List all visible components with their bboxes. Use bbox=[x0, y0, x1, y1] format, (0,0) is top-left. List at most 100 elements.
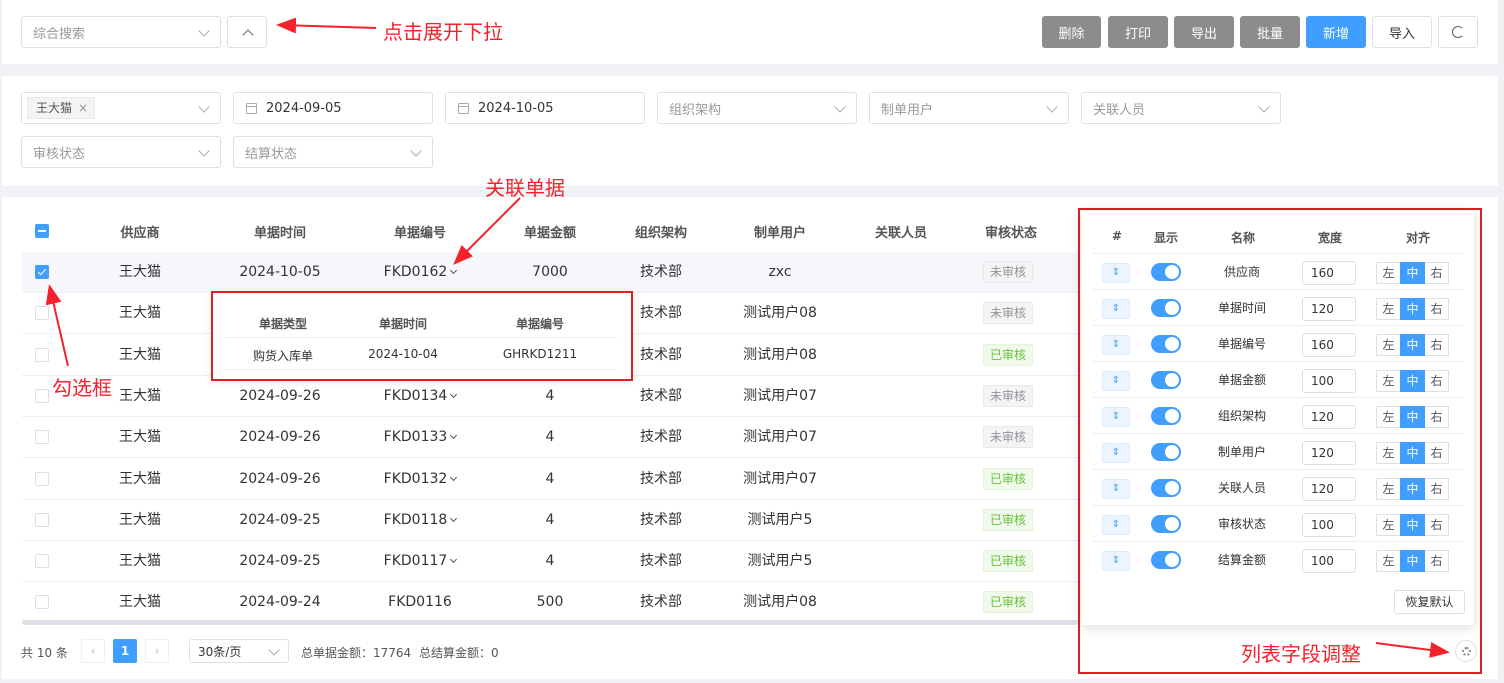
refresh-button[interactable] bbox=[1438, 16, 1478, 48]
header-related[interactable]: 关联人员 bbox=[851, 222, 951, 241]
width-input[interactable]: 160 bbox=[1302, 333, 1356, 357]
row-checkbox[interactable] bbox=[35, 430, 49, 445]
cell-no[interactable]: FKD0116 bbox=[370, 582, 470, 623]
chevron-down-icon[interactable] bbox=[450, 390, 458, 398]
reset-default-button[interactable]: 恢复默认 bbox=[1394, 590, 1465, 614]
drag-handle-icon[interactable]: ⇕ bbox=[1102, 299, 1130, 319]
table-row[interactable]: 王大猫 2024-09-26 FKD0133 4 技术部 测试用户07 未审核 bbox=[22, 417, 1080, 459]
prev-page-button[interactable]: ‹ bbox=[81, 639, 105, 663]
drag-handle-icon[interactable]: ⇕ bbox=[1102, 407, 1130, 427]
align-right-button[interactable]: 右 bbox=[1424, 550, 1449, 572]
close-icon[interactable]: × bbox=[78, 98, 88, 118]
table-row[interactable]: 王大猫 2024-09-25 FKD0118 4 技术部 测试用户5 已审核 bbox=[22, 500, 1080, 541]
align-center-button[interactable]: 中 bbox=[1400, 550, 1425, 572]
header-creator[interactable]: 制单用户 bbox=[730, 222, 830, 241]
show-toggle[interactable] bbox=[1151, 551, 1181, 569]
width-input[interactable]: 100 bbox=[1302, 513, 1356, 537]
row-checkbox[interactable] bbox=[35, 265, 49, 279]
drag-handle-icon[interactable]: ⇕ bbox=[1102, 551, 1130, 571]
align-center-button[interactable]: 中 bbox=[1400, 514, 1425, 536]
row-checkbox[interactable] bbox=[35, 595, 49, 610]
drag-handle-icon[interactable]: ⇕ bbox=[1102, 443, 1130, 463]
align-right-button[interactable]: 右 bbox=[1424, 262, 1449, 284]
show-toggle[interactable] bbox=[1151, 407, 1181, 425]
related-select[interactable]: 关联人员 bbox=[1081, 92, 1281, 124]
table-row[interactable]: 王大猫 2024-09-26 FKD0134 4 技术部 测试用户07 未审核 bbox=[22, 376, 1080, 417]
show-toggle[interactable] bbox=[1151, 263, 1181, 281]
audit-select[interactable]: 审核状态 bbox=[21, 136, 221, 168]
width-input[interactable]: 120 bbox=[1302, 405, 1356, 429]
align-right-button[interactable]: 右 bbox=[1424, 406, 1449, 428]
cell-no[interactable]: FKD0117 bbox=[370, 541, 470, 582]
align-left-button[interactable]: 左 bbox=[1376, 262, 1401, 284]
align-left-button[interactable]: 左 bbox=[1376, 334, 1401, 356]
delete-button[interactable]: 删除 bbox=[1042, 16, 1101, 48]
align-center-button[interactable]: 中 bbox=[1400, 478, 1425, 500]
next-page-button[interactable]: › bbox=[145, 639, 169, 663]
width-input[interactable]: 120 bbox=[1302, 297, 1356, 321]
cell-no[interactable]: FKD0134 bbox=[370, 376, 470, 417]
row-checkbox[interactable] bbox=[35, 388, 49, 403]
row-checkbox[interactable] bbox=[35, 347, 49, 362]
align-right-button[interactable]: 右 bbox=[1424, 298, 1449, 320]
expand-toggle-button[interactable] bbox=[227, 16, 267, 48]
chevron-down-icon[interactable] bbox=[450, 514, 458, 522]
align-center-button[interactable]: 中 bbox=[1400, 406, 1425, 428]
select-all-checkbox[interactable] bbox=[35, 224, 49, 238]
header-date[interactable]: 单据时间 bbox=[230, 222, 330, 241]
table-row[interactable]: 王大猫 2024-09-25 FKD0117 4 技术部 测试用户5 已审核 bbox=[22, 541, 1080, 583]
align-center-button[interactable]: 中 bbox=[1400, 370, 1425, 392]
row-checkbox[interactable] bbox=[35, 471, 49, 486]
horizontal-scrollbar[interactable] bbox=[22, 620, 1078, 625]
drag-handle-icon[interactable]: ⇕ bbox=[1102, 479, 1130, 499]
show-toggle[interactable] bbox=[1151, 335, 1181, 353]
show-toggle[interactable] bbox=[1151, 299, 1181, 317]
row-checkbox[interactable] bbox=[35, 512, 49, 527]
supplier-tag[interactable]: 王大猫 × bbox=[27, 97, 96, 119]
align-right-button[interactable]: 右 bbox=[1424, 514, 1449, 536]
align-left-button[interactable]: 左 bbox=[1376, 478, 1401, 500]
header-amount[interactable]: 单据金额 bbox=[500, 222, 600, 241]
cell-no[interactable]: FKD0162 bbox=[370, 252, 470, 293]
width-input[interactable]: 100 bbox=[1302, 549, 1356, 573]
import-button[interactable]: 导入 bbox=[1372, 16, 1432, 48]
table-row[interactable]: 王大猫 2024-09-26 FKD0132 4 技术部 测试用户07 已审核 bbox=[22, 459, 1080, 500]
supplier-select[interactable]: 王大猫 × bbox=[21, 92, 221, 124]
popover-no[interactable]: GHRKD1211 bbox=[480, 347, 600, 361]
page-size-select[interactable]: 30条/页 bbox=[189, 639, 289, 663]
chevron-down-icon[interactable] bbox=[450, 556, 458, 564]
show-toggle[interactable] bbox=[1151, 515, 1181, 533]
org-select[interactable]: 组织架构 bbox=[657, 92, 857, 124]
column-settings-button[interactable] bbox=[1455, 640, 1477, 662]
align-right-button[interactable]: 右 bbox=[1424, 370, 1449, 392]
align-center-button[interactable]: 中 bbox=[1400, 442, 1425, 464]
drag-handle-icon[interactable]: ⇕ bbox=[1102, 335, 1130, 355]
export-button[interactable]: 导出 bbox=[1174, 16, 1234, 48]
search-select[interactable]: 综合搜索 bbox=[21, 16, 221, 48]
chevron-down-icon[interactable] bbox=[450, 266, 458, 275]
start-date-input[interactable]: 2024-09-05 bbox=[233, 92, 433, 124]
show-toggle[interactable] bbox=[1151, 371, 1181, 389]
align-right-button[interactable]: 右 bbox=[1424, 478, 1449, 500]
add-button[interactable]: 新增 bbox=[1306, 16, 1366, 48]
drag-handle-icon[interactable]: ⇕ bbox=[1102, 515, 1130, 535]
header-no[interactable]: 单据编号 bbox=[370, 222, 470, 241]
chevron-down-icon[interactable] bbox=[450, 432, 458, 440]
width-input[interactable]: 120 bbox=[1302, 441, 1356, 465]
align-right-button[interactable]: 右 bbox=[1424, 334, 1449, 356]
align-center-button[interactable]: 中 bbox=[1400, 298, 1425, 320]
align-left-button[interactable]: 左 bbox=[1376, 442, 1401, 464]
row-checkbox[interactable] bbox=[35, 554, 49, 569]
align-left-button[interactable]: 左 bbox=[1376, 406, 1401, 428]
align-right-button[interactable]: 右 bbox=[1424, 442, 1449, 464]
table-row[interactable]: 王大猫 2024-10-05 FKD0162 7000 技术部 zxc 未审核 bbox=[22, 252, 1080, 293]
page-1-button[interactable]: 1 bbox=[113, 639, 137, 663]
align-center-button[interactable]: 中 bbox=[1400, 262, 1425, 284]
width-input[interactable]: 160 bbox=[1302, 261, 1356, 285]
header-status[interactable]: 审核状态 bbox=[961, 222, 1061, 241]
align-left-button[interactable]: 左 bbox=[1376, 370, 1401, 392]
print-button[interactable]: 打印 bbox=[1108, 16, 1168, 48]
align-center-button[interactable]: 中 bbox=[1400, 334, 1425, 356]
cell-no[interactable]: FKD0132 bbox=[370, 459, 470, 500]
align-left-button[interactable]: 左 bbox=[1376, 550, 1401, 572]
